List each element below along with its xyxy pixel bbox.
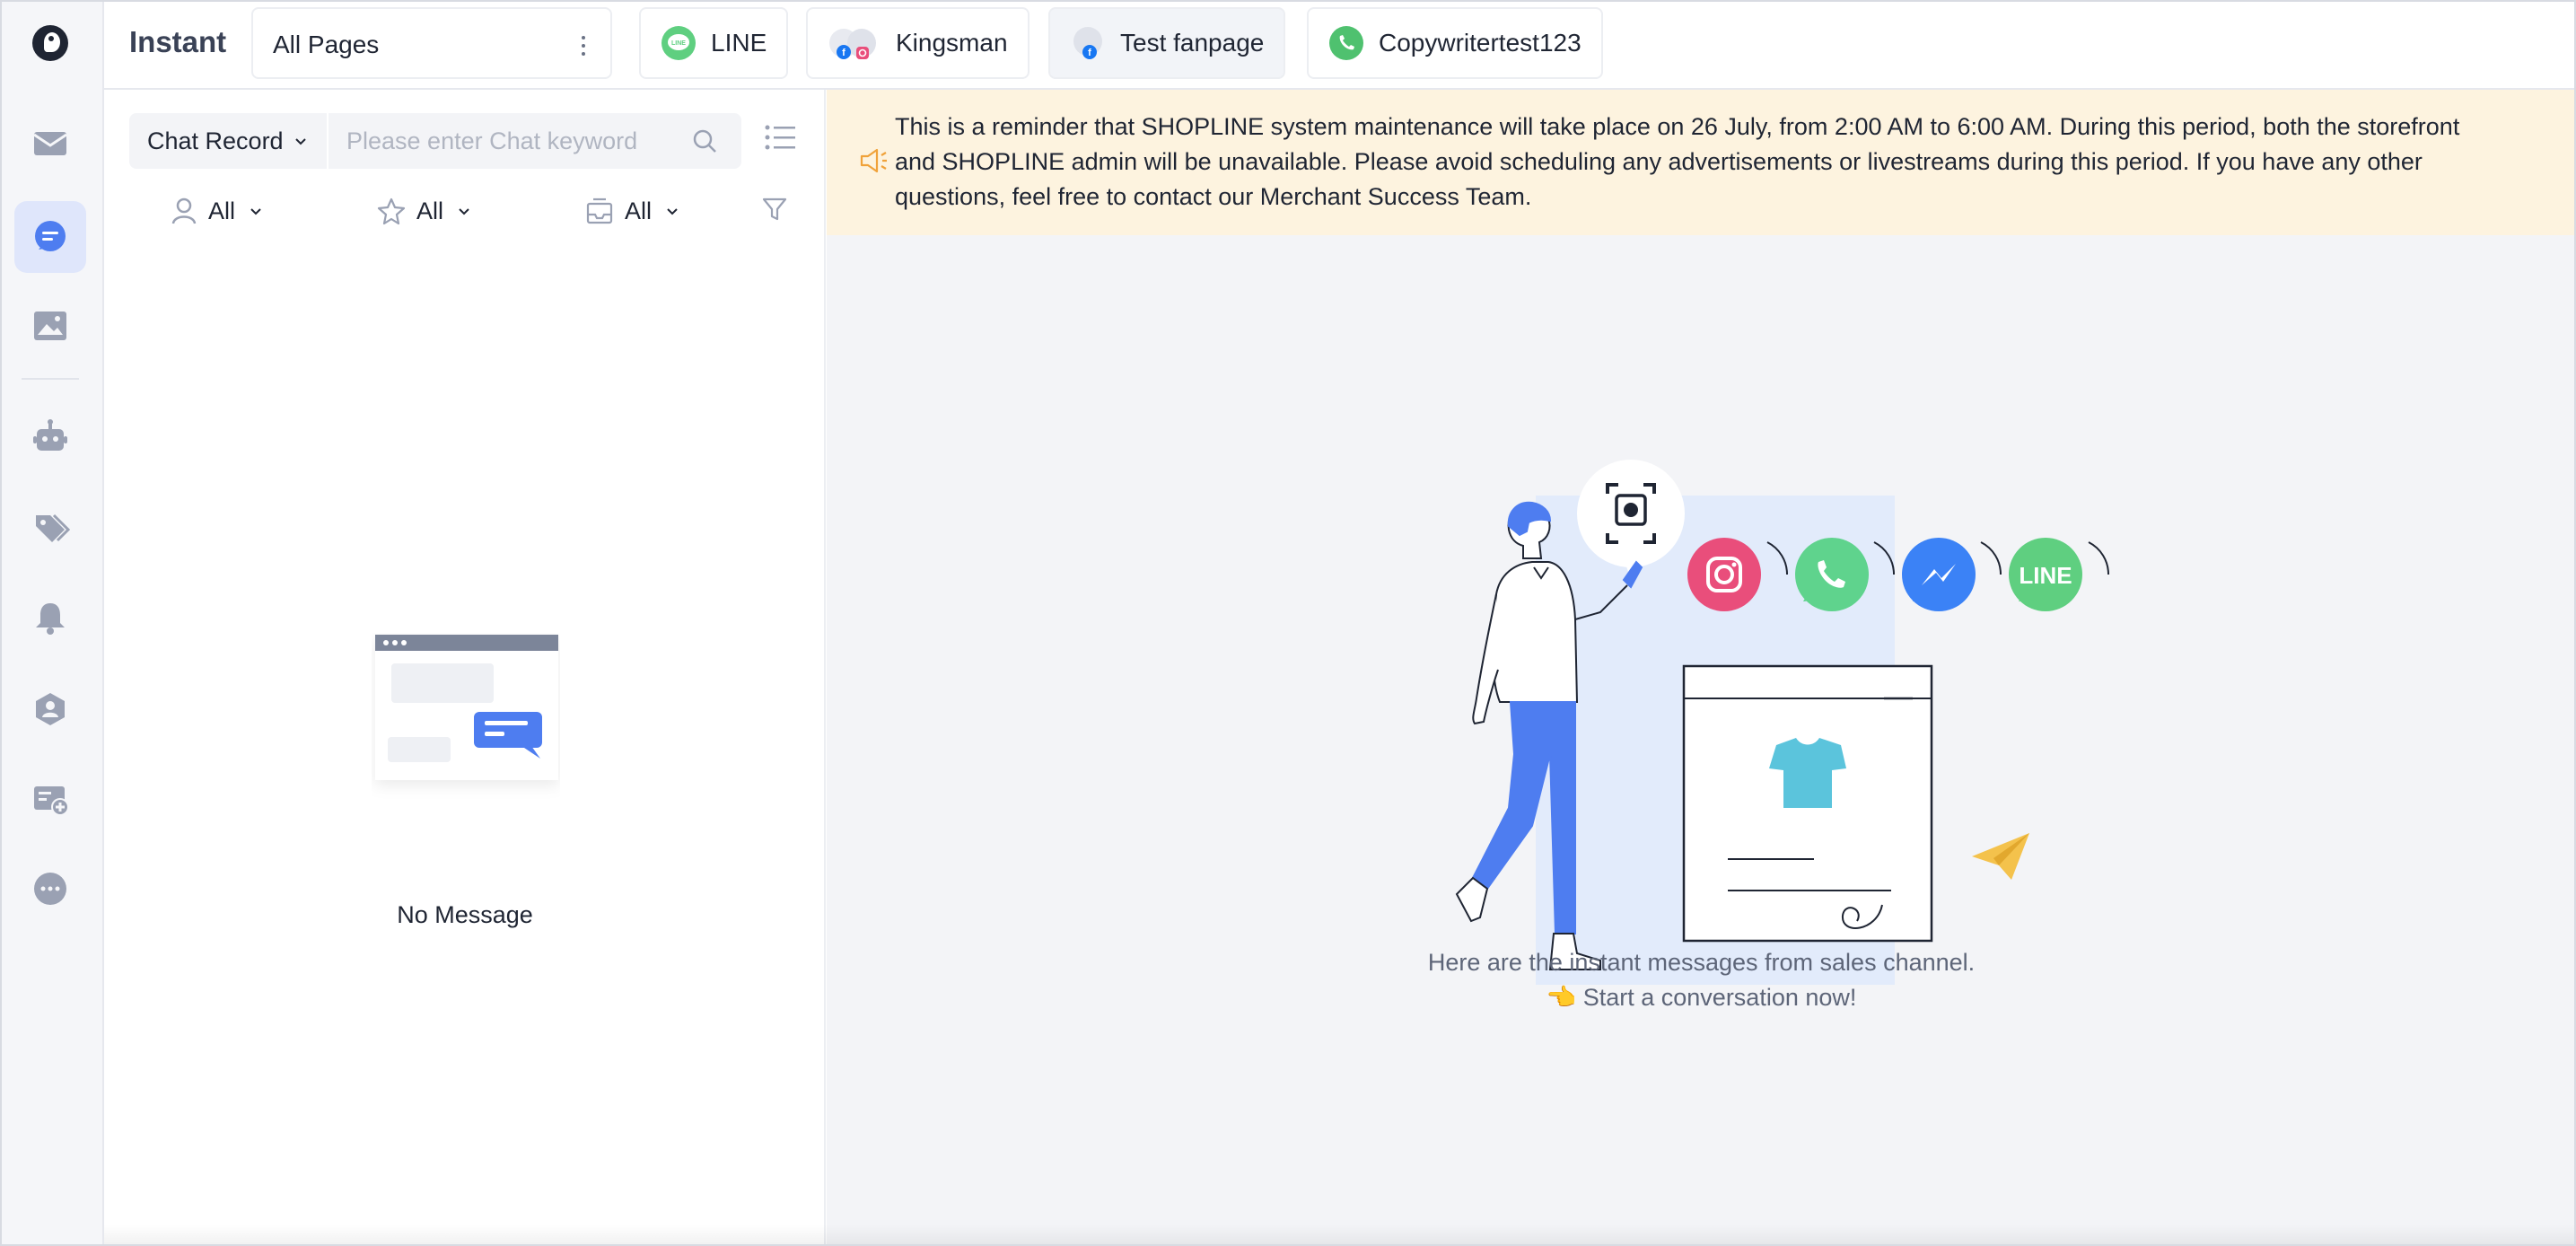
list-view-icon[interactable] <box>765 124 795 151</box>
star-icon <box>377 197 406 225</box>
chevron-down-icon <box>250 208 261 215</box>
page-selector-label: All Pages <box>273 31 380 58</box>
banner-message: This is a reminder that SHOPLINE system … <box>895 113 2460 210</box>
chevron-down-icon <box>667 208 678 215</box>
search-input[interactable] <box>330 113 689 169</box>
funnel-filter-icon[interactable] <box>761 196 788 223</box>
tab-label: Kingsman <box>896 29 1008 57</box>
inbox-icon[interactable] <box>14 108 86 180</box>
sidebar-divider <box>22 378 79 380</box>
line-icon: LINE <box>661 25 697 61</box>
tags-icon[interactable] <box>14 492 86 564</box>
app-title: Instant <box>129 25 227 58</box>
hero-caption: Here are the instant messages from sales… <box>827 945 2576 1015</box>
assignee-filter[interactable]: All <box>171 193 264 229</box>
maintenance-banner: This is a reminder that SHOPLINE system … <box>827 90 2576 235</box>
conversation-list-panel: Chat Record All All All No Message <box>104 90 826 1246</box>
svg-text:LINE: LINE <box>671 40 686 47</box>
main-content: This is a reminder that SHOPLINE system … <box>827 90 2576 1246</box>
left-sidebar <box>0 0 104 1246</box>
app-logo-icon[interactable] <box>32 25 68 61</box>
inbox-tray-icon <box>586 197 613 224</box>
top-bar: Instant All Pages LINE LINE f Kingsman f… <box>104 0 2576 90</box>
search-bar: Chat Record <box>129 113 741 169</box>
inbox-filter-value: All <box>625 197 653 224</box>
person-icon <box>171 197 197 224</box>
image-icon[interactable] <box>14 290 86 362</box>
svg-text:LINE: LINE <box>2019 562 2072 589</box>
product-card <box>1682 664 1933 943</box>
tab-label: Copywritertest123 <box>1379 29 1582 57</box>
bell-icon[interactable] <box>14 582 86 654</box>
chevron-down-icon <box>294 138 306 145</box>
broadcast-icon[interactable] <box>14 763 86 835</box>
page-selector[interactable]: All Pages <box>251 7 612 79</box>
tab-kingsman[interactable]: f Kingsman <box>806 7 1030 79</box>
tab-label: Test fanpage <box>1120 29 1265 57</box>
inbox-filter[interactable]: All <box>585 193 680 229</box>
star-filter-value: All <box>416 197 444 224</box>
line-badge-icon: LINE <box>2009 538 2110 611</box>
assignee-filter-value: All <box>208 197 236 224</box>
start-conversation-prompt: 👈 Start a conversation now! <box>1546 984 1857 1011</box>
empty-state-text: No Message <box>397 901 533 928</box>
whatsapp-icon <box>1328 25 1364 61</box>
more-vertical-icon[interactable] <box>582 36 585 56</box>
bot-icon[interactable] <box>14 401 86 473</box>
star-filter[interactable]: All <box>377 193 472 229</box>
search-icon[interactable] <box>691 127 718 154</box>
team-icon[interactable] <box>14 673 86 745</box>
announcement-speaker-icon <box>860 148 887 173</box>
messenger-badge-icon <box>1902 538 2002 611</box>
tab-label: LINE <box>711 29 767 57</box>
tab-line[interactable]: LINE LINE <box>639 7 789 79</box>
chevron-down-icon <box>459 208 469 215</box>
hero-caption-line1: Here are the instant messages from sales… <box>1427 949 1976 976</box>
bottom-edge-shadow <box>104 1224 2576 1246</box>
tab-test-fanpage[interactable]: f Test fanpage <box>1048 7 1286 79</box>
search-scope-label: Chat Record <box>147 127 284 154</box>
paper-plane-icon <box>1972 833 2029 880</box>
svg-text:f: f <box>842 48 846 58</box>
tab-copywritertest123[interactable]: Copywritertest123 <box>1307 7 1603 79</box>
facebook-avatar-icon: f <box>1070 25 1106 61</box>
facebook-instagram-avatar-icon: f <box>828 25 881 61</box>
more-icon[interactable] <box>14 853 86 925</box>
svg-text:f: f <box>1088 48 1091 58</box>
search-scope-dropdown[interactable]: Chat Record <box>129 113 329 169</box>
sales-channel-illustration: LINE <box>1455 460 2110 985</box>
chat-icon[interactable] <box>14 201 86 273</box>
empty-inbox-illustration <box>375 635 558 780</box>
